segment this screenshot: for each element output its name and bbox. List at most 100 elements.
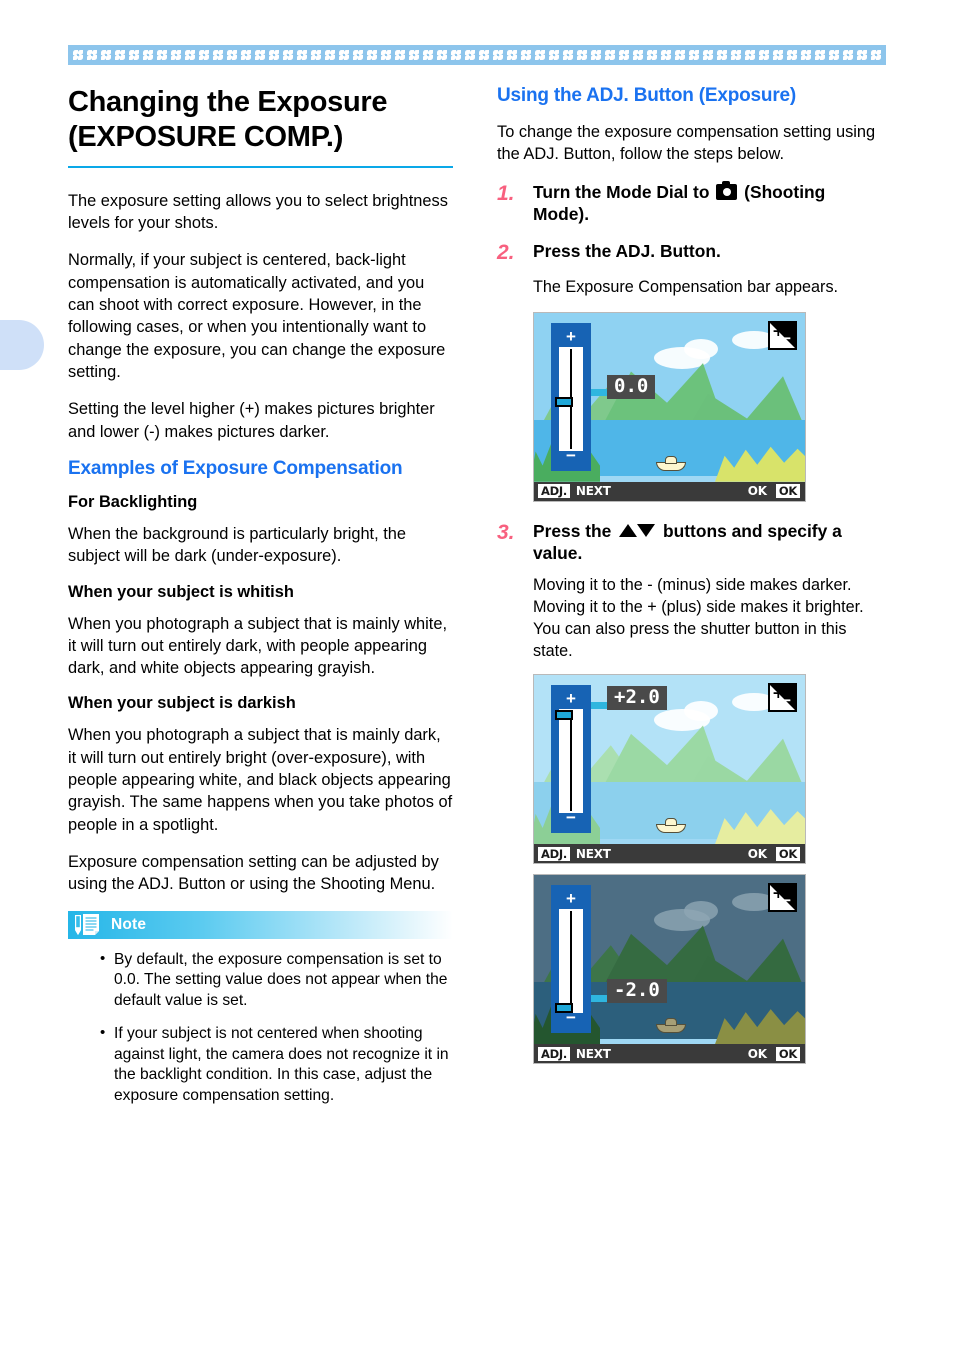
floret-icon xyxy=(785,45,799,65)
backlighting-body: When the background is particularly brig… xyxy=(68,524,407,566)
floret-icon xyxy=(365,45,379,65)
floret-icon xyxy=(379,45,393,65)
examples-heading: Examples of Exposure Compensation xyxy=(68,457,403,479)
floret-icon xyxy=(295,45,309,65)
exposure-value-label: -2.0 xyxy=(607,979,667,1004)
lcd-bar-right: OK OK xyxy=(742,484,805,499)
exposure-compensation-icon: + − xyxy=(768,883,797,913)
floret-icon xyxy=(533,45,547,65)
lcd-bar-right: OK OK xyxy=(742,846,805,861)
floret-icon xyxy=(631,45,645,65)
boat xyxy=(656,1017,686,1034)
floret-icon xyxy=(617,45,631,65)
floret-icon xyxy=(407,45,421,65)
lcd-status-bar: ADJ. NEXT OK OK xyxy=(534,1044,805,1064)
slider-handle[interactable] xyxy=(555,396,573,407)
floret-icon xyxy=(813,45,827,65)
ok-label: OK xyxy=(747,484,767,499)
slider-handle[interactable] xyxy=(555,710,573,721)
step-3-text: Press the buttons and specify a value. xyxy=(533,520,886,565)
slider-handle[interactable] xyxy=(555,1003,573,1014)
floret-icon xyxy=(799,45,813,65)
page-title: Changing the Exposure (EXPOSURE COMP.) xyxy=(68,85,453,156)
subheading-whitish: When your subject is whitish xyxy=(68,582,294,601)
intro-paragraph-3: Setting the level higher (+) makes pictu… xyxy=(68,400,435,441)
floret-icon xyxy=(771,45,785,65)
floret-icon xyxy=(253,45,267,65)
floret-icon xyxy=(85,45,99,65)
floret-icon xyxy=(211,45,225,65)
adj-chip[interactable]: ADJ. xyxy=(538,846,570,861)
slider-track xyxy=(559,909,583,1014)
floret-icon xyxy=(491,45,505,65)
floret-icon xyxy=(477,45,491,65)
floret-icon xyxy=(155,45,169,65)
note-pad-pencil-icon xyxy=(73,912,103,938)
cloud xyxy=(684,338,718,359)
floret-icon xyxy=(673,45,687,65)
note-bullet: By default, the exposure compensation is… xyxy=(100,949,453,1012)
lcd-status-bar: ADJ. NEXT OK OK xyxy=(534,844,805,864)
lcd-screen-minus2: + − + − -2.0 ADJ. NEXT OK OK xyxy=(533,874,806,1065)
exposure-compensation-icon: + − xyxy=(768,683,797,713)
boat xyxy=(656,817,686,834)
right-column: Using the ADJ. Button (Exposure) To chan… xyxy=(497,85,886,1065)
slider-plus-label: + xyxy=(566,326,576,346)
exposure-compensation-icon: + − xyxy=(768,320,797,350)
boat-cabin xyxy=(665,818,677,827)
page-title-line2: (EXPOSURE COMP.) xyxy=(68,121,344,154)
page-title-line1: Changing the Exposure xyxy=(68,86,388,118)
floret-icon xyxy=(323,45,337,65)
next-label: NEXT xyxy=(575,1046,611,1061)
lcd-screen-0: + − + − 0.0 ADJ. NEXT OK OK xyxy=(533,311,806,502)
ok-chip[interactable]: OK xyxy=(775,1046,800,1061)
floret-icon xyxy=(113,45,127,65)
note-label: Note xyxy=(111,915,147,933)
floret-icon xyxy=(687,45,701,65)
floret-icon xyxy=(435,45,449,65)
left-column: Changing the Exposure (EXPOSURE COMP.) T… xyxy=(68,85,453,1119)
exposure-slider[interactable]: + − xyxy=(551,685,591,834)
floret-icon xyxy=(463,45,477,65)
floret-icon xyxy=(197,45,211,65)
adj-chip[interactable]: ADJ. xyxy=(538,484,570,499)
slider-track xyxy=(559,709,583,814)
ok-chip[interactable]: OK xyxy=(775,484,800,499)
floret-icon xyxy=(729,45,743,65)
floret-icon xyxy=(421,45,435,65)
floret-icon xyxy=(757,45,771,65)
floret-icon xyxy=(267,45,281,65)
floret-icon xyxy=(827,45,841,65)
floret-icon xyxy=(169,45,183,65)
floret-icon xyxy=(575,45,589,65)
floret-icon xyxy=(701,45,715,65)
decorative-header-band xyxy=(68,45,886,65)
floret-icon xyxy=(547,45,561,65)
step-1-text-before: Turn the Mode Dial to xyxy=(533,181,710,202)
floret-icon xyxy=(855,45,869,65)
subheading-darkish: When your subject is darkish xyxy=(68,694,296,713)
slider-track-line xyxy=(570,911,572,1012)
adj-button-heading: Using the ADJ. Button (Exposure) xyxy=(497,85,797,106)
darkish-body: When you photograph a subject that is ma… xyxy=(68,726,453,834)
slider-minus-label: − xyxy=(566,445,576,465)
floret-icon xyxy=(449,45,463,65)
step-2-number: 2. xyxy=(497,240,515,264)
exposure-value-label: 0.0 xyxy=(607,374,656,399)
title-divider xyxy=(68,165,453,168)
floret-icon xyxy=(869,45,883,65)
floret-icon xyxy=(841,45,855,65)
floret-icon xyxy=(309,45,323,65)
adj-chip[interactable]: ADJ. xyxy=(538,1046,570,1061)
floret-pattern xyxy=(68,45,886,65)
floret-icon xyxy=(99,45,113,65)
closing-paragraph: Exposure compensation setting can be adj… xyxy=(68,853,439,894)
floret-icon xyxy=(561,45,575,65)
exposure-slider[interactable]: + − xyxy=(551,322,591,471)
arrow-up-icon xyxy=(619,523,638,537)
ok-chip[interactable]: OK xyxy=(775,846,800,861)
slider-plus-label: + xyxy=(566,889,576,909)
exposure-value-label: +2.0 xyxy=(607,686,667,711)
boat-cabin xyxy=(665,455,677,464)
exposure-slider[interactable]: + − xyxy=(551,885,591,1034)
